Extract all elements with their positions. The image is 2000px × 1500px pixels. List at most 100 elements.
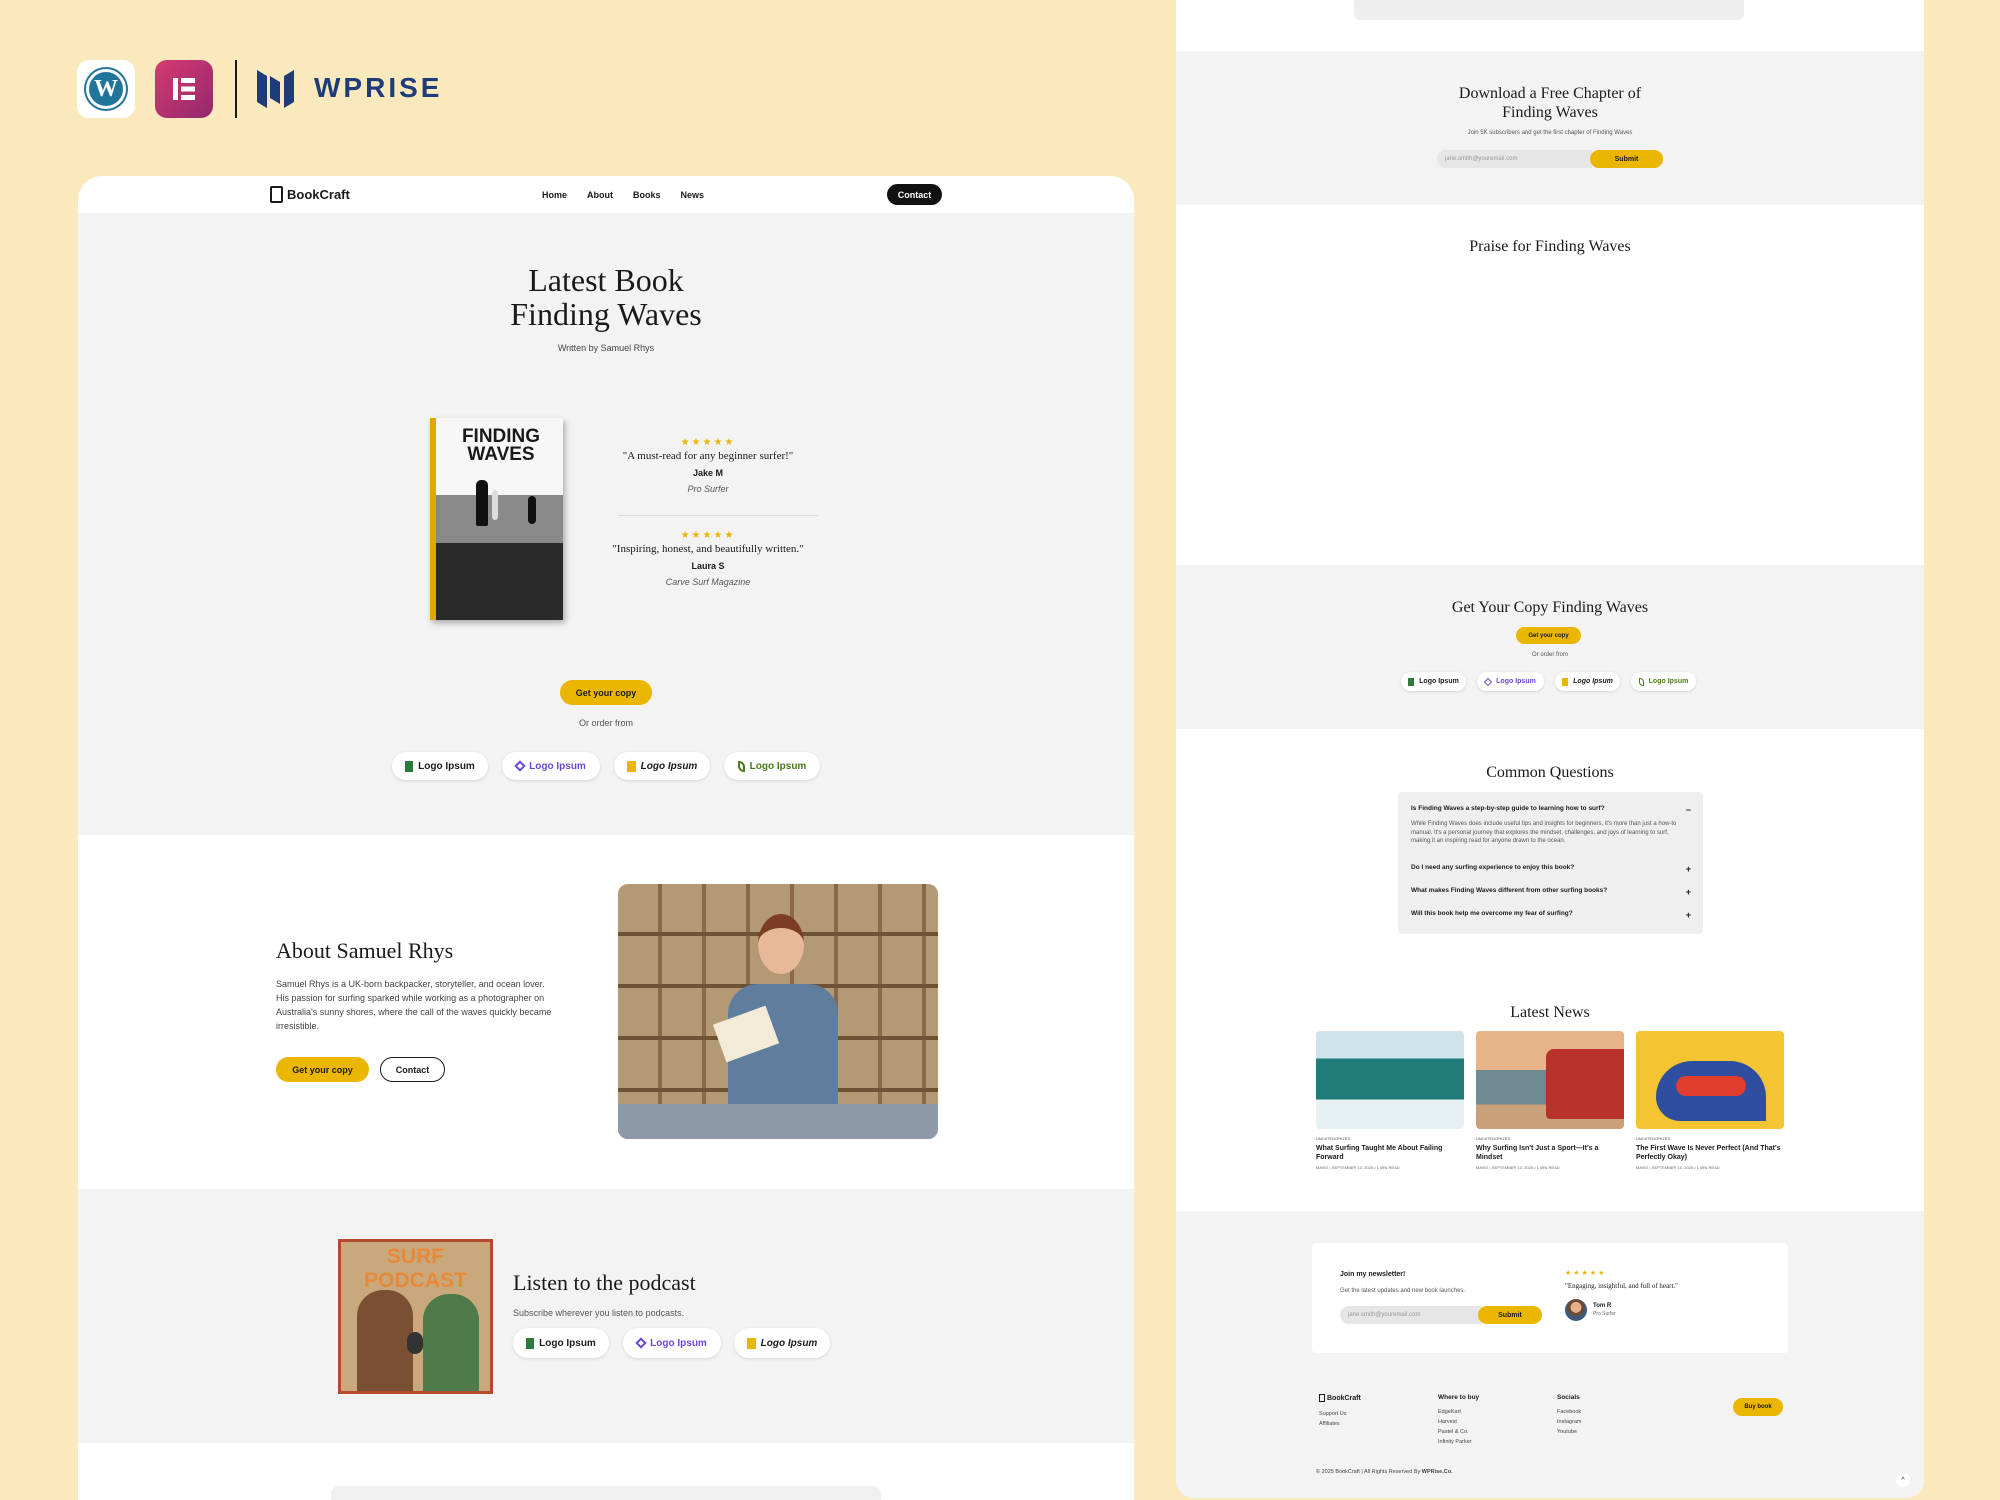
newsletter-review-quote: "Engaging, insightful, and full of heart… [1565, 1282, 1679, 1290]
contact-button[interactable]: Contact [887, 184, 942, 205]
get-copy-button[interactable]: Get your copy [560, 680, 652, 705]
faq-question-4[interactable]: Will this book help me overcome my fear … [1411, 910, 1691, 920]
expand-icon[interactable]: + [1686, 887, 1691, 897]
right-page: Download a Free Chapter of Finding Waves… [1176, 0, 1924, 1498]
footer-area: Join my newsletter! Get the latest updat… [1176, 1211, 1924, 1498]
host-right [423, 1294, 479, 1391]
podcast-logo-3[interactable]: Logo Ipsum [734, 1328, 830, 1358]
about-contact-button[interactable]: Contact [380, 1057, 445, 1082]
where-link-3[interactable]: Pastel & Co. [1438, 1429, 1469, 1435]
podcast-section: SURF PODCAST Listen to the podcast Subsc… [78, 1189, 1134, 1443]
book-logo-icon [1408, 677, 1415, 686]
download-subtitle: Join 5K subscribers and get the first ch… [1467, 130, 1633, 136]
hero-title-line2: Finding Waves [510, 296, 702, 332]
download-title-line2: Finding Waves [1502, 104, 1598, 121]
faq-answer-1: While Finding Waves does include useful … [1411, 821, 1677, 844]
getcopy-logo-2[interactable]: Logo Ipsum [1477, 672, 1544, 691]
getcopy-section: Get Your Copy Finding Waves Get your cop… [1176, 565, 1924, 729]
nav-books[interactable]: Books [633, 190, 661, 200]
site-logo[interactable]: BookCraft [270, 186, 350, 203]
newsletter-review-avatar [1565, 1299, 1587, 1321]
nav-news[interactable]: News [681, 190, 705, 200]
social-link-1[interactable]: Facebook [1557, 1409, 1581, 1415]
collapse-icon[interactable]: − [1686, 805, 1691, 815]
surfer-silhouette [476, 480, 488, 526]
about-title: About Samuel Rhys [276, 938, 454, 963]
square-logo-icon [626, 760, 636, 772]
socials-title: Socials [1557, 1394, 1580, 1401]
diamond-logo-icon [514, 760, 526, 772]
social-link-2[interactable]: Instagram [1557, 1419, 1581, 1425]
retailer-logo-2[interactable]: Logo Ipsum [502, 752, 600, 780]
surfboard-shape [492, 490, 498, 520]
copyright: © 2025 BookCraft | All Rights Reserved B… [1316, 1469, 1453, 1475]
expand-icon[interactable]: + [1686, 864, 1691, 874]
surfer-silhouette-small [528, 496, 536, 524]
buy-book-button[interactable]: Buy book [1733, 1398, 1783, 1416]
newsletter-submit-button[interactable]: Submit [1478, 1306, 1542, 1324]
getcopy-logo-3[interactable]: Logo Ipsum [1555, 672, 1620, 691]
news-item-3: UNCATEGORIZED The First Wave Is Never Pe… [1636, 1136, 1784, 1170]
about-get-copy-button[interactable]: Get your copy [276, 1057, 369, 1082]
author-photo [618, 884, 938, 1139]
book-cover-title: FINDING WAVES [461, 426, 541, 465]
newsletter-review-name: Tom R [1593, 1303, 1612, 1309]
social-link-3[interactable]: Youtube [1557, 1429, 1577, 1435]
news-image-1[interactable] [1316, 1031, 1464, 1129]
download-email-input[interactable]: jane.smith@youremail.com [1437, 150, 1592, 168]
top-placeholder [1354, 0, 1744, 20]
where-link-2[interactable]: Harvest [1438, 1419, 1457, 1425]
news-link-2[interactable]: Why Surfing Isn't Just a Sport—It's a Mi… [1476, 1144, 1624, 1162]
news-item-2: UNCATEGORIZED Why Surfing Isn't Just a S… [1476, 1136, 1624, 1170]
download-submit-button[interactable]: Submit [1590, 150, 1663, 168]
nav-menu: Home About Books News [542, 190, 704, 200]
where-link-4[interactable]: Infinity Parker [1438, 1439, 1472, 1445]
expand-icon[interactable]: + [1686, 910, 1691, 920]
nav-about[interactable]: About [587, 190, 613, 200]
podcast-cover-title: SURF PODCAST [364, 1245, 467, 1292]
footer-link-2[interactable]: Affiliates [1319, 1421, 1340, 1427]
footer-link-1[interactable]: Support Us [1319, 1411, 1347, 1417]
news-link-3[interactable]: The First Wave Is Never Perfect (And Tha… [1636, 1144, 1784, 1162]
newsletter-title: Join my newsletter! [1340, 1271, 1406, 1278]
retailer-logo-4[interactable]: Logo Ipsum [724, 752, 820, 780]
news-link-1[interactable]: What Surfing Taught Me About Failing For… [1316, 1144, 1464, 1162]
retailer-logo-3[interactable]: Logo Ipsum [614, 752, 710, 780]
faq-question-2[interactable]: Do I need any surfing experience to enjo… [1411, 864, 1691, 874]
podcast-cover: SURF PODCAST [338, 1239, 493, 1394]
review-1: ★★★★★ "A must-read for any beginner surf… [622, 437, 794, 494]
about-text: Samuel Rhys is a UK-born backpacker, sto… [276, 979, 552, 1031]
news-title: Latest News [1510, 1004, 1590, 1021]
where-link-1[interactable]: EdgeKart [1438, 1409, 1461, 1415]
podcast-logo-1[interactable]: Logo Ipsum [513, 1328, 609, 1358]
newsletter-email-input[interactable]: jane.smith@youremail.com [1340, 1306, 1482, 1324]
newsletter-review-stars: ★★★★★ [1565, 1270, 1607, 1277]
getcopy-button[interactable]: Get your copy [1516, 627, 1581, 644]
diamond-logo-icon [1483, 677, 1493, 686]
faq-question-3[interactable]: What makes Finding Waves different from … [1411, 887, 1691, 897]
newsletter-review-role: Pro Surfer [1593, 1311, 1616, 1317]
newsletter-card: Join my newsletter! Get the latest updat… [1312, 1243, 1788, 1353]
retailer-logo-1[interactable]: Logo Ipsum [392, 752, 488, 780]
leaf-logo-icon [737, 760, 745, 772]
getcopy-logo-4[interactable]: Logo Ipsum [1631, 672, 1696, 691]
footer-logo[interactable]: BookCraft [1319, 1394, 1361, 1402]
square-logo-icon [746, 1337, 756, 1349]
news-image-3[interactable] [1636, 1031, 1784, 1129]
review-2: ★★★★★ "Inspiring, honest, and beautifull… [612, 530, 804, 587]
faq-question-1[interactable]: Is Finding Waves a step-by-step guide to… [1411, 805, 1691, 815]
podcast-logo-2[interactable]: Logo Ipsum [623, 1328, 721, 1358]
getcopy-logo-1[interactable]: Logo Ipsum [1401, 672, 1466, 691]
back-to-top-icon[interactable]: ^ [1896, 1473, 1910, 1487]
table-books [618, 1104, 938, 1139]
nav-home[interactable]: Home [542, 190, 567, 200]
hero-section: Latest Book Finding Waves Written by Sam… [78, 213, 1134, 835]
praise-title: Praise for Finding Waves [1469, 238, 1631, 255]
download-title-line1: Download a Free Chapter of [1458, 85, 1642, 102]
host-left [357, 1290, 413, 1391]
wave-crest [1676, 1076, 1746, 1096]
square-logo-icon [1562, 677, 1569, 686]
news-image-2[interactable] [1476, 1031, 1624, 1129]
wprise-logo-icon [257, 68, 301, 115]
where-to-buy-title: Where to buy [1438, 1394, 1480, 1401]
